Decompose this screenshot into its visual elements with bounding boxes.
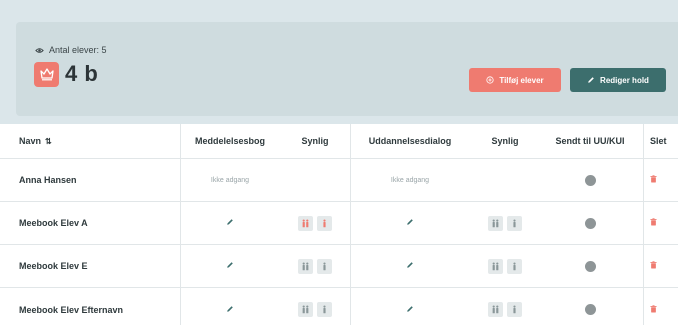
class-title-row: 4 b: [34, 61, 98, 87]
visible-student-toggle[interactable]: [507, 258, 522, 274]
class-badge: [34, 61, 59, 87]
no-access-label: Ikke adgang: [210, 176, 250, 184]
trash-icon: [650, 304, 657, 315]
student-name: Meebook Elev A: [19, 218, 88, 228]
sent-status-dot: [584, 217, 596, 229]
add-students-button[interactable]: Tilføj elever: [469, 68, 561, 92]
delete-button[interactable]: [650, 245, 678, 287]
eye-icon: [35, 47, 44, 53]
visible-parents-toggle[interactable]: [298, 302, 313, 317]
visibility-toggles-education-dialog: [470, 245, 540, 287]
column-header-name-label: Navn: [19, 136, 42, 146]
visible-parents-toggle[interactable]: [298, 258, 313, 274]
student-count-label: Antal elever: 5: [49, 45, 107, 55]
pencil-icon: [226, 305, 234, 315]
sent-status-dot: [584, 174, 596, 186]
parents-icon: [492, 262, 499, 270]
edit-education-dialog-button[interactable]: [350, 202, 470, 244]
edit-group-button[interactable]: Rediger hold: [570, 68, 666, 92]
visible-parents-toggle[interactable]: [298, 215, 313, 231]
pencil-icon: [406, 261, 414, 271]
visibility-toggles-message-book: [280, 245, 350, 287]
visibility-toggles-education-dialog: [470, 288, 540, 325]
student-name: Anna Hansen: [19, 175, 77, 185]
pencil-icon: [588, 77, 594, 83]
pencil-icon: [226, 261, 234, 271]
visibility-toggles-message-book: [280, 202, 350, 244]
edit-group-label: Rediger hold: [600, 75, 649, 85]
column-divider: [180, 124, 181, 325]
pencil-icon: [226, 218, 234, 228]
person-icon: [323, 219, 326, 227]
column-header-sent-to: Sendt til UU/KUI: [555, 136, 625, 146]
visible-parents-toggle[interactable]: [488, 302, 503, 317]
edit-education-dialog-button[interactable]: [350, 245, 470, 287]
column-header-message-book: Meddelelsesbog: [194, 136, 266, 146]
column-header-delete: Slet: [650, 136, 667, 146]
no-access-label: Ikke adgang: [390, 176, 430, 184]
no-access-message-book: Ikke adgang: [180, 159, 280, 201]
table-row: Meebook Elev Efternavn: [0, 288, 678, 325]
pencil-icon: [406, 305, 414, 315]
visibility-toggles-message-book: [280, 288, 350, 325]
trash-icon: [650, 261, 657, 271]
visible-student-toggle[interactable]: [317, 258, 332, 274]
sent-status: [540, 245, 640, 287]
column-header-visible-2: Synlig: [491, 136, 519, 146]
sent-status: [540, 159, 640, 201]
pencil-icon: [406, 218, 414, 228]
table-header-row: Navn ⇅ Meddelelsesbog Synlig Uddannelses…: [0, 124, 678, 159]
delete-button[interactable]: [650, 288, 678, 325]
delete-button[interactable]: [650, 202, 678, 244]
person-icon: [323, 262, 326, 270]
sent-status: [540, 202, 640, 244]
edit-message-book-button[interactable]: [180, 202, 280, 244]
visible-student-toggle[interactable]: [507, 302, 522, 317]
sent-status: [540, 288, 640, 325]
parents-icon: [302, 219, 309, 227]
plus-circle-icon: [486, 76, 494, 84]
table-row: Anna Hansen Ikke adgang Ikke adgang: [0, 159, 678, 202]
no-access-education-dialog: Ikke adgang: [350, 159, 470, 201]
column-header-education-dialog: Uddannelsesdialog: [368, 136, 452, 146]
class-header-card: Antal elever: 5 4 b Tilføj elever Redige…: [16, 22, 678, 116]
visible-parents-toggle[interactable]: [488, 258, 503, 274]
crown-icon: [39, 68, 54, 81]
sent-status-dot: [584, 260, 596, 272]
column-header-name[interactable]: Navn ⇅: [19, 124, 169, 158]
student-count: Antal elever: 5: [35, 45, 107, 55]
student-name: Meebook Elev E: [19, 261, 88, 271]
person-icon: [513, 262, 516, 270]
add-students-label: Tilføj elever: [499, 75, 544, 85]
person-icon: [323, 305, 326, 314]
sent-status-dot: [584, 304, 596, 315]
edit-education-dialog-button[interactable]: [350, 288, 470, 325]
parents-icon: [492, 305, 499, 314]
student-table: Navn ⇅ Meddelelsesbog Synlig Uddannelses…: [0, 124, 678, 325]
trash-icon: [650, 218, 657, 228]
column-header-visible-1: Synlig: [301, 136, 329, 146]
person-icon: [513, 219, 516, 227]
column-divider: [643, 124, 644, 325]
visible-student-toggle[interactable]: [317, 215, 332, 231]
person-icon: [513, 305, 516, 314]
visible-student-toggle[interactable]: [317, 302, 332, 317]
table-row: Meebook Elev E: [0, 245, 678, 288]
class-title: 4 b: [65, 61, 99, 86]
visibility-toggles-education-dialog: [470, 202, 540, 244]
parents-icon: [492, 219, 499, 227]
trash-icon: [650, 175, 657, 185]
student-name: Meebook Elev Efternavn: [19, 304, 124, 315]
column-divider: [350, 124, 351, 325]
parents-icon: [302, 305, 309, 314]
table-row: Meebook Elev A: [0, 202, 678, 245]
visible-student-toggle[interactable]: [507, 215, 522, 231]
edit-message-book-button[interactable]: [180, 245, 280, 287]
edit-message-book-button[interactable]: [180, 288, 280, 325]
sort-icon: ⇅: [45, 136, 52, 146]
visible-parents-toggle[interactable]: [488, 215, 503, 231]
delete-button[interactable]: [650, 159, 678, 201]
parents-icon: [302, 262, 309, 270]
